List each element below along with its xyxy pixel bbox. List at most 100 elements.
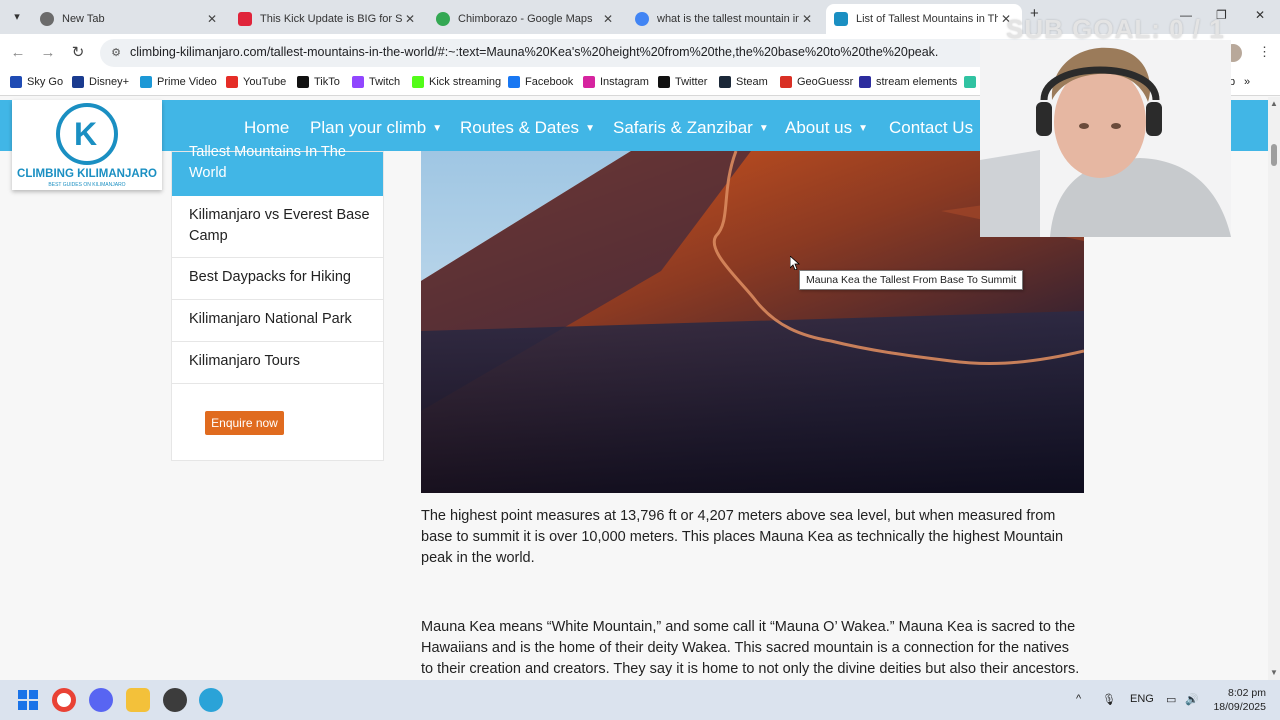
sidebar-item-label: Kilimanjaro National Park (189, 311, 352, 327)
bookmark-steam[interactable]: Steam (719, 76, 768, 88)
sidebar-item-daypacks[interactable]: Best Daypacks for Hiking (172, 258, 383, 300)
discord-taskbar-icon[interactable] (89, 688, 113, 712)
bookmark-instagram[interactable]: Instagram (583, 76, 649, 88)
bookmark-favicon-icon (10, 76, 22, 88)
paragraph-mauna-kea-height: The highest point measures at 13,796 ft … (421, 508, 1064, 566)
bookmark-stream-elements[interactable]: stream elements (859, 76, 957, 88)
language-indicator[interactable]: ENG (1130, 693, 1154, 705)
tray-expand-icon[interactable]: ^ (1076, 693, 1081, 705)
logo-letter: K (74, 116, 98, 152)
bookmark-sky-go[interactable]: Sky Go (10, 76, 63, 88)
nav-routes-dates[interactable]: Routes & Dates ▼ (460, 118, 595, 138)
sub-goal-counter: SUB GOAL: 0 / 1 (1006, 14, 1225, 44)
windows-start-icon[interactable] (16, 688, 40, 712)
tab-kick-video[interactable]: This Kick Update is BIG for Sma ✕ (230, 4, 426, 34)
close-icon[interactable]: ✕ (600, 12, 616, 26)
site-info-icon[interactable]: ⚙ (108, 45, 124, 61)
scroll-thumb[interactable] (1271, 144, 1277, 166)
logo-name: CLIMBING KILIMANJARO (17, 168, 157, 180)
bookmark-favicon-icon (140, 76, 152, 88)
network-icon[interactable]: ▭ (1166, 693, 1176, 706)
sidebar-item-label: Kilimanjaro Tours (189, 353, 300, 369)
google-icon (635, 12, 649, 26)
back-icon[interactable]: ← (8, 43, 28, 63)
nav-home[interactable]: Home (244, 118, 289, 138)
nav-safaris-zanzibar[interactable]: Safaris & Zanzibar ▼ (613, 118, 769, 138)
streamer-webcam (980, 40, 1231, 237)
bookmark-twitter[interactable]: Twitter (658, 76, 707, 88)
bookmark-twitch[interactable]: Twitch (352, 76, 400, 88)
tab-google-search[interactable]: what is the tallest mountain in t ✕ (627, 4, 823, 34)
bookmark-label: YouTube (243, 76, 287, 88)
tab-search-icon[interactable]: ▾ (6, 6, 28, 28)
url-text[interactable]: climbing-kilimanjaro.com/tallest-mountai… (130, 45, 938, 59)
sidebar-item-national-park[interactable]: Kilimanjaro National Park (172, 300, 383, 342)
nav-label: Safaris & Zanzibar (613, 118, 753, 137)
web-app-taskbar-icon[interactable] (199, 688, 223, 712)
scroll-up-icon[interactable]: ▲ (1270, 99, 1278, 108)
paragraph-mauna-kea-meaning: Mauna Kea means “White Mountain,” and so… (421, 619, 1080, 677)
reload-icon[interactable]: ↻ (68, 43, 88, 63)
tab-google-maps[interactable]: Chimborazo - Google Maps ✕ (428, 4, 624, 34)
tab-title: Chimborazo - Google Maps (458, 13, 593, 25)
bookmark-favicon-icon (226, 76, 238, 88)
enquire-now-button[interactable]: Enquire now (205, 411, 284, 435)
tab-new-tab[interactable]: New Tab ✕ (32, 4, 228, 34)
bookmark-favicon-icon (412, 76, 424, 88)
bookmark-facebook[interactable]: Facebook (508, 76, 573, 88)
caret-down-icon: ▼ (432, 123, 443, 134)
bookmarks-overflow-icon[interactable]: » (1244, 76, 1250, 88)
bookmark-youtube[interactable]: YouTube (226, 76, 286, 88)
sidebar-item-everest-base-camp[interactable]: Kilimanjaro vs Everest Base Camp (172, 196, 383, 258)
tab-title: This Kick Update is BIG for Sma (260, 13, 402, 25)
bookmark-label: Twitter (675, 76, 708, 88)
clock-date: 18/09/2025 (1213, 701, 1266, 713)
nav-plan-your-climb[interactable]: Plan your climb ▼ (310, 118, 442, 138)
nav-about-us[interactable]: About us ▼ (785, 118, 868, 138)
close-icon[interactable]: ✕ (204, 12, 220, 26)
chrome-taskbar-icon[interactable] (52, 688, 76, 712)
sidebar-item-active[interactable]: Tallest Mountains In The World (172, 144, 383, 196)
nav-contact-us[interactable]: Contact Us (889, 118, 973, 138)
close-icon[interactable]: ✕ (799, 12, 815, 26)
bookmark-label: Disney+ (89, 76, 130, 88)
bookmark-kick-streaming[interactable]: Kick streaming (412, 76, 501, 88)
bookmark-label: Prime Video (157, 76, 217, 88)
page-scrollbar[interactable]: ▲ ▼ (1268, 97, 1280, 680)
site-logo[interactable]: K CLIMBING KILIMANJARO BEST GUIDES ON KI… (12, 100, 162, 190)
system-clock[interactable]: 8:02 pm 18/09/2025 (1206, 686, 1266, 714)
mouse-cursor-icon (789, 255, 801, 275)
bookmark-tikto[interactable]: TikTo (297, 76, 340, 88)
bookmark-label: stream elements (876, 76, 958, 88)
microphone-icon[interactable]: 🎙 (1102, 693, 1116, 706)
bookmark-favicon-icon (352, 76, 364, 88)
file-explorer-icon[interactable] (126, 688, 150, 712)
nav-label: Home (244, 118, 290, 137)
menu-icon[interactable]: ⋮ (1258, 44, 1271, 60)
webcam-overlay (980, 40, 1231, 237)
volume-icon[interactable]: 🔊 (1185, 693, 1199, 706)
scroll-down-icon[interactable]: ▼ (1270, 668, 1278, 677)
site-icon (834, 12, 848, 26)
bookmark-favicon-icon (658, 76, 670, 88)
youtube-icon (238, 12, 252, 26)
caret-down-icon: ▼ (858, 123, 869, 134)
obs-taskbar-icon[interactable] (163, 688, 187, 712)
bookmark-label: GeoGuessr (797, 76, 854, 88)
bookmark-label: Sky Go (27, 76, 64, 88)
tab-tallest-mountains[interactable]: List of Tallest Mountains in The ✕ (826, 4, 1022, 34)
bookmark-disney-[interactable]: Disney+ (72, 76, 129, 88)
close-icon[interactable]: ✕ (402, 12, 418, 26)
forward-icon[interactable]: → (38, 43, 58, 63)
bookmark-geoguessr[interactable]: GeoGuessr (780, 76, 853, 88)
sidebar-menu: Tallest Mountains In The World Kilimanja… (171, 144, 384, 461)
chrome-icon (40, 12, 54, 26)
caret-down-icon: ▼ (758, 123, 769, 134)
bookmark-favicon-icon (859, 76, 871, 88)
sidebar-item-tours[interactable]: Kilimanjaro Tours (172, 342, 383, 384)
tab-title: what is the tallest mountain in t (657, 13, 799, 25)
window-close-icon[interactable]: ✕ (1255, 8, 1265, 22)
bookmark-favicon-icon (583, 76, 595, 88)
maps-pin-icon (436, 12, 450, 26)
bookmark-prime-video[interactable]: Prime Video (140, 76, 217, 88)
